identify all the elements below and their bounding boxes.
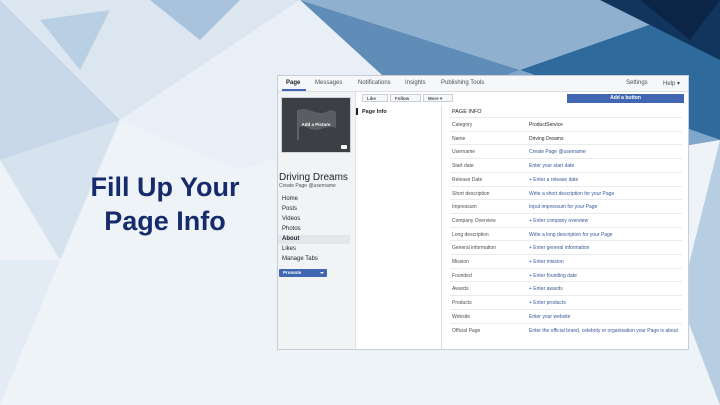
profile-picture-placeholder[interactable]: Add a Picture xyxy=(281,97,351,153)
page-info-row[interactable]: Release Date + Enter a release date xyxy=(450,171,682,186)
add-a-button[interactable]: Add a button xyxy=(567,94,684,103)
page-info-field-value[interactable]: + Enter company overview xyxy=(529,218,588,224)
page-topbar: Page Messages Notifications Insights Pub… xyxy=(278,76,688,92)
chevron-down-icon xyxy=(320,272,324,274)
page-info-field-label: Username xyxy=(452,149,476,156)
page-info-field-label: Official Page xyxy=(452,327,481,334)
page-info-row[interactable]: Website Enter your website xyxy=(450,308,682,323)
page-info-field-label: Impressum xyxy=(452,204,477,211)
subnav-page-info[interactable]: Page Info xyxy=(362,109,387,115)
active-tab-indicator xyxy=(282,89,306,91)
page-info-field-value[interactable]: + Enter mission xyxy=(529,259,564,265)
more-button[interactable]: More ▾ xyxy=(423,94,453,102)
promote-label: Promote xyxy=(283,270,302,275)
add-picture-label: Add a Picture xyxy=(301,122,331,127)
selected-marker xyxy=(356,108,358,115)
page-info-field-value[interactable]: Driving Dreams xyxy=(529,136,563,142)
page-info-field-label: Awards xyxy=(452,286,469,293)
page-info-row[interactable]: Founded + Enter founding date xyxy=(450,267,682,282)
page-info-row[interactable]: Impressum Input impressum for your Page xyxy=(450,199,682,213)
page-info-row[interactable]: Products + Enter products xyxy=(450,295,682,309)
tab-page[interactable]: Page xyxy=(286,80,300,86)
tab-publishing-tools[interactable]: Publishing Tools xyxy=(441,80,484,86)
sidebar-item-posts[interactable]: Posts xyxy=(278,205,350,214)
page-info-field-value[interactable]: Enter your start date xyxy=(529,163,574,169)
tab-notifications[interactable]: Notifications xyxy=(358,80,391,86)
page-info-field-value[interactable]: + Enter general information xyxy=(529,245,589,251)
sidebar-item-videos[interactable]: Videos xyxy=(278,215,350,224)
sidebar-item-about[interactable]: About xyxy=(278,235,350,244)
page-info-field-value[interactable]: + Enter founding date xyxy=(529,273,577,279)
page-info-field-value[interactable]: Input impressum for your Page xyxy=(529,204,597,210)
page-info-field-label: Long description xyxy=(452,231,489,238)
sidebar-item-likes[interactable]: Likes xyxy=(278,245,350,254)
page-info-field-label: Company Overview xyxy=(452,217,496,224)
page-info-row[interactable]: Long description Write a long description… xyxy=(450,226,682,241)
page-info-field-label: Release Date xyxy=(452,176,483,183)
page-info-field-label: General information xyxy=(452,245,496,252)
tab-messages[interactable]: Messages xyxy=(315,80,342,86)
page-info-field-value[interactable]: Enter your website xyxy=(529,314,570,320)
sidebar-item-manage-tabs[interactable]: Manage Tabs xyxy=(278,255,350,264)
page-info-field-value[interactable]: Enter the official brand, celebrity or o… xyxy=(529,328,679,334)
page-info-field-value[interactable]: Write a long description for your Page xyxy=(529,232,613,238)
page-info-field-label: Short description xyxy=(452,190,490,197)
like-button[interactable]: Like xyxy=(362,94,388,102)
camera-icon[interactable] xyxy=(341,145,347,149)
page-info-row[interactable]: Company Overview + Enter company overview xyxy=(450,212,682,227)
page-info-field-label: Mission xyxy=(452,259,469,265)
sidebar-item-photos[interactable]: Photos xyxy=(278,225,350,234)
slide-headline: Fill Up Your Page Info xyxy=(60,170,270,238)
page-info-field-label: Category xyxy=(452,122,473,128)
sidebar-item-home[interactable]: Home xyxy=(278,195,350,204)
page-info-row[interactable]: Awards + Enter awards xyxy=(450,281,682,295)
tab-settings[interactable]: Settings xyxy=(626,80,648,86)
page-info-field-value[interactable]: Create Page @username xyxy=(529,149,586,155)
headline-line-1: Fill Up Your xyxy=(90,172,240,202)
page-info-field-value[interactable]: ProductService xyxy=(529,122,563,128)
page-info-row[interactable]: Short description Write a short descripti… xyxy=(450,185,682,200)
follow-button[interactable]: Follow xyxy=(390,94,421,102)
about-subnav: Page Info xyxy=(356,105,442,349)
page-info-row[interactable]: Official Page Enter the official brand, c… xyxy=(450,322,682,343)
page-username-link[interactable]: Create Page @username xyxy=(279,183,336,189)
page-info-field-label: Founded xyxy=(452,272,472,279)
page-info-row[interactable]: Category ProductService xyxy=(450,117,682,131)
page-info-field-label: Start date xyxy=(452,163,474,170)
page-info-field-value[interactable]: + Enter awards xyxy=(529,286,563,292)
page-info-field-label: Name xyxy=(452,135,466,142)
facebook-page-screenshot: Page Messages Notifications Insights Pub… xyxy=(277,75,689,350)
page-info-row[interactable]: Start date Enter your start date xyxy=(450,158,682,172)
page-info-field-value[interactable]: + Enter products xyxy=(529,300,566,306)
page-info-row[interactable]: Mission + Enter mission xyxy=(450,254,682,268)
page-sidebar: Add a Picture Driving Dreams Create Page… xyxy=(278,92,356,349)
page-info-field-label: Products xyxy=(452,300,472,307)
page-info-row[interactable]: General information + Enter general infor… xyxy=(450,240,682,254)
page-info-field-value[interactable]: Write a short description for your Page xyxy=(529,191,614,197)
tab-insights[interactable]: Insights xyxy=(405,80,426,86)
tab-help[interactable]: Help ▾ xyxy=(663,80,680,87)
page-info-row[interactable]: Name Driving Dreams xyxy=(450,130,682,145)
page-info-header: PAGE INFO xyxy=(452,109,482,115)
promote-button[interactable]: Promote xyxy=(279,269,327,277)
page-info-field-label: Website xyxy=(452,313,470,320)
page-name: Driving Dreams xyxy=(279,172,348,183)
headline-line-2: Page Info xyxy=(104,206,226,236)
page-info-field-value[interactable]: + Enter a release date xyxy=(529,177,578,183)
page-info-row[interactable]: Username Create Page @username xyxy=(450,144,682,158)
